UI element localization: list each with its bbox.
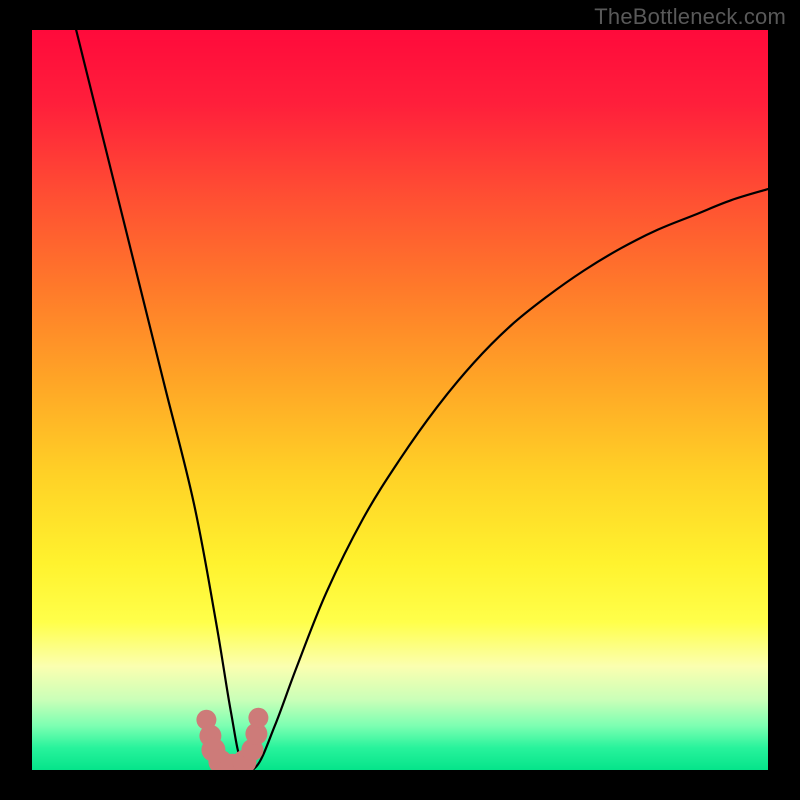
watermark-text: TheBottleneck.com (594, 4, 786, 30)
chart-frame (32, 30, 768, 770)
optimal-zone-markers (32, 30, 768, 770)
